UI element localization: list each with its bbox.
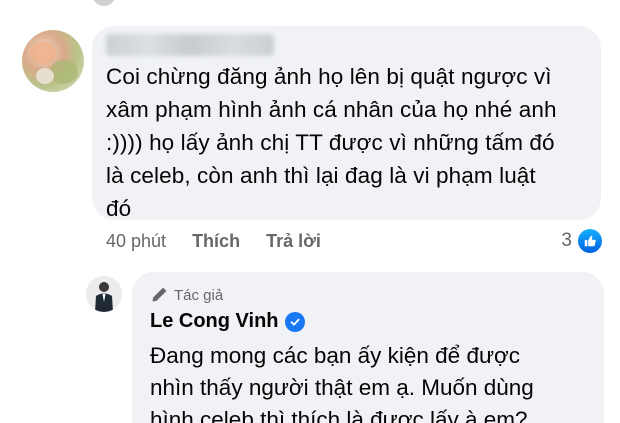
comment-text: Coi chừng đăng ảnh họ lên bị quật ngược … — [106, 60, 596, 225]
comment-line: :)))) họ lấy ảnh chị TT được vì những tấ… — [106, 130, 555, 155]
author-avatar[interactable] — [86, 276, 122, 312]
reaction-summary[interactable]: 3 — [561, 228, 602, 254]
pencil-icon — [152, 287, 167, 302]
reply-line: nhìn thấy người thật em ạ. Muốn dùng — [150, 375, 534, 400]
reply-author-name[interactable]: Le Cong Vinh — [150, 310, 305, 333]
comment-line: đó — [106, 196, 132, 221]
comment-actions: 40 phút Thích Trả lời — [106, 229, 347, 253]
comment-line: Coi chừng đăng ảnh họ lên bị quật ngược … — [106, 64, 552, 89]
previous-avatar-fragment — [93, 0, 115, 6]
commenter-avatar[interactable] — [22, 30, 84, 92]
verified-badge-icon — [284, 311, 305, 332]
reply-button[interactable]: Trả lời — [266, 231, 321, 252]
reaction-count: 3 — [561, 230, 572, 251]
comment-line: xâm phạm hình ảnh cá nhân của họ nhé anh — [106, 97, 557, 122]
reply-line: Đang mong các bạn ấy kiện để được — [150, 343, 521, 368]
reply-text: Đang mong các bạn ấy kiện để được nhìn t… — [150, 340, 600, 423]
like-icon — [578, 229, 602, 253]
comment-timestamp[interactable]: 40 phút — [106, 231, 166, 252]
like-button[interactable]: Thích — [192, 231, 240, 252]
blurred-commenter-name[interactable] — [106, 34, 274, 56]
author-name-text[interactable]: Le Cong Vinh — [150, 310, 279, 333]
author-badge-label: Tác giả — [174, 286, 224, 304]
author-badge: Tác giả — [150, 286, 223, 304]
comment-line: là celeb, còn anh thì lại đag là vi phạm… — [106, 163, 536, 188]
reply-line: hình celeb thì thích là được lấy à em? — [150, 407, 528, 423]
